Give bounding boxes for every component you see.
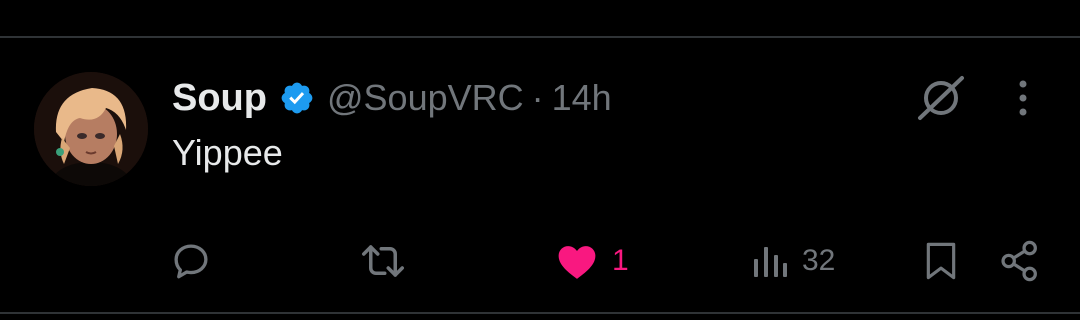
views-chart-icon: [752, 243, 788, 279]
reply-button[interactable]: [170, 238, 212, 284]
avatar[interactable]: [34, 72, 148, 186]
tweet-text: Yippee: [172, 132, 283, 173]
bottom-divider: [0, 312, 1080, 314]
heart-filled-icon: [556, 241, 598, 281]
separator-dot: ·: [531, 77, 544, 118]
display-name[interactable]: Soup: [172, 77, 267, 120]
share-button[interactable]: [1000, 238, 1040, 284]
like-count: 1: [612, 244, 629, 277]
more-vertical-icon[interactable]: [1006, 76, 1040, 120]
bookmark-button[interactable]: [922, 238, 960, 284]
share-icon: [1000, 240, 1040, 282]
tweet-header: Soup @SoupVRC · 14h: [172, 74, 612, 122]
retweet-button[interactable]: [360, 238, 406, 284]
top-divider: [0, 36, 1080, 38]
retweet-icon: [360, 240, 406, 282]
verified-badge-icon[interactable]: [279, 80, 315, 116]
reply-icon: [170, 240, 212, 282]
views-button[interactable]: 32: [752, 238, 835, 284]
bookmark-icon: [922, 240, 960, 282]
grok-icon[interactable]: [916, 74, 966, 122]
like-button[interactable]: 1: [556, 238, 629, 284]
timestamp[interactable]: 14h: [552, 77, 612, 119]
user-handle[interactable]: @SoupVRC: [327, 77, 524, 119]
views-count: 32: [802, 244, 836, 277]
